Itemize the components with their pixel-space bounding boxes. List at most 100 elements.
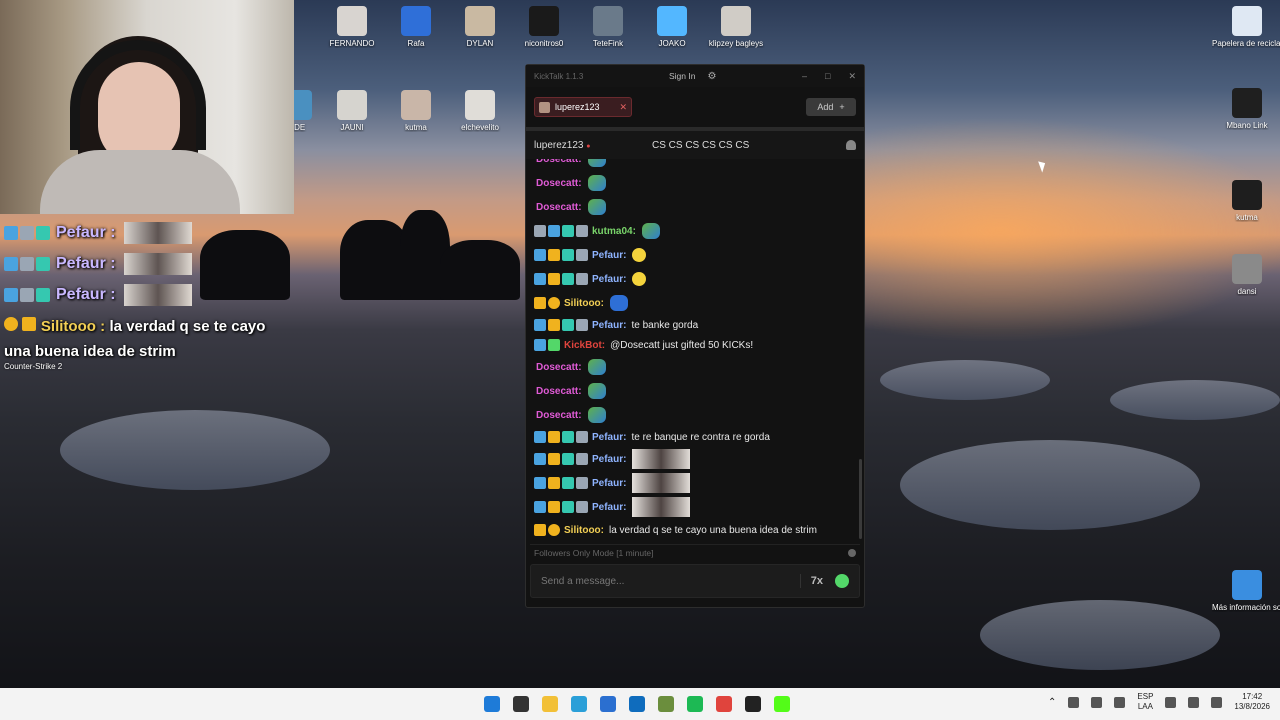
translate-icon[interactable]: 7x (811, 575, 823, 587)
close-button[interactable]: ✕ (848, 71, 856, 82)
emote-picker-icon[interactable] (835, 574, 849, 588)
network-icon[interactable] (1068, 696, 1080, 708)
search-icon[interactable] (513, 696, 529, 712)
chat-username[interactable]: Dosecatt: (536, 202, 582, 213)
desktop-icon[interactable]: Mbano Link (1212, 88, 1280, 130)
channel-name: luperez123 (534, 139, 584, 151)
chat-message[interactable]: Dosecatt: (534, 355, 856, 379)
chat-message[interactable]: Pefaur: (534, 471, 856, 495)
chat-username[interactable]: KickBot: (564, 340, 605, 351)
desktop-icon[interactable]: JOAKO (637, 6, 707, 48)
chevron-up-icon[interactable]: ⌃ (1048, 697, 1056, 708)
chat-username[interactable]: Pefaur: (592, 250, 626, 261)
volume-icon[interactable] (1188, 696, 1200, 708)
desktop-icon[interactable]: Papelera de reciclaje (1212, 6, 1280, 48)
close-icon[interactable]: ✕ (619, 102, 627, 113)
chat-username[interactable]: Pefaur: (592, 432, 626, 443)
emote-icon (632, 449, 691, 469)
desktop-icon[interactable]: kutma (381, 90, 451, 132)
stream-title: CS CS CS CS CS CS (652, 139, 750, 151)
obs-icon[interactable] (745, 696, 761, 712)
chat-message[interactable]: Pefaur: (534, 243, 856, 267)
tab-luperez123[interactable]: luperez123 ✕ (534, 97, 632, 117)
store-icon[interactable] (600, 696, 616, 712)
sign-in-button[interactable]: Sign In (669, 71, 695, 81)
chat-message[interactable]: Dosecatt: (534, 171, 856, 195)
chat-username[interactable]: Pefaur: (592, 274, 626, 285)
microphone-icon[interactable] (1114, 696, 1126, 708)
chat-username[interactable]: Pefaur: (592, 320, 626, 331)
chat-username[interactable]: Dosecatt: (536, 386, 582, 397)
chat-username[interactable]: Pefaur: (592, 454, 626, 465)
minimize-button[interactable]: – (802, 71, 807, 82)
add-chatroom-button[interactable]: Add + (806, 98, 856, 116)
chat-username[interactable]: Dosecatt: (536, 362, 582, 373)
desktop-icon[interactable]: JAUNI (317, 90, 387, 132)
chat-username[interactable]: Pefaur: (592, 502, 626, 513)
desktop-icon-label: niconitros0 (524, 39, 564, 48)
chat-username[interactable]: kutma04: (592, 226, 636, 237)
scrollbar[interactable] (859, 459, 862, 539)
emote-icon (632, 272, 647, 286)
desktop-icon[interactable]: elchevelito (445, 90, 515, 132)
system-tray: ⌃ ESP LAA 17:42 13/8/2026 (1048, 692, 1270, 712)
chat-messages[interactable]: Dosecatt: Dosecatt: Dosecatt: kutma04: Pefau… (526, 159, 864, 544)
badge-icon (4, 226, 18, 240)
user-icon[interactable] (846, 140, 856, 150)
desktop-icon[interactable]: DYLAN (445, 6, 515, 48)
chat-message[interactable]: Dosecatt: (534, 159, 856, 171)
message-input-placeholder: Send a message... (541, 575, 625, 587)
onedrive-icon[interactable] (1091, 696, 1103, 708)
windows-start-icon[interactable] (484, 696, 500, 712)
chat-message[interactable]: kutma04: (534, 219, 856, 243)
battery-icon[interactable] (1211, 696, 1223, 708)
language-indicator[interactable]: ESP LAA (1137, 692, 1153, 712)
outlook-icon[interactable] (629, 696, 645, 712)
desktop-icon[interactable]: Más información sobre esta ima... (1212, 570, 1280, 612)
file-explorer-icon[interactable] (542, 696, 558, 712)
spotify-icon[interactable] (687, 696, 703, 712)
chat-message[interactable]: Pefaur: (534, 267, 856, 291)
badge-icon (20, 257, 34, 271)
chat-message[interactable]: Pefaur: te re banque re contra re gorda (534, 427, 856, 447)
edge-icon[interactable] (571, 696, 587, 712)
chat-header: luperez123 ● CS CS CS CS CS CS (526, 131, 864, 159)
chat-message[interactable]: Pefaur: (534, 447, 856, 471)
chat-username[interactable]: Silitooo: (564, 525, 604, 536)
badge-icon (20, 288, 34, 302)
chat-message[interactable]: Dosecatt: (534, 403, 856, 427)
chat-username[interactable]: Dosecatt: (536, 159, 582, 165)
desktop-icon[interactable]: dansi (1212, 254, 1280, 296)
desktop-icon[interactable]: niconitros0 (509, 6, 579, 48)
gear-icon[interactable]: ⚙ (707, 71, 716, 82)
desktop-icon[interactable]: TeteFink (573, 6, 643, 48)
chat-message[interactable]: Silitooo: (534, 291, 856, 315)
emote-icon (632, 473, 691, 493)
chat-message[interactable]: Dosecatt: (534, 379, 856, 403)
desktop-icon[interactable]: kutma (1212, 180, 1280, 222)
chat-username[interactable]: Pefaur: (592, 478, 626, 489)
chat-message[interactable]: Pefaur: (534, 495, 856, 519)
desktop-icon[interactable]: klipzey bagleys (701, 6, 771, 48)
desktop-icon[interactable]: FERNANDO (317, 6, 387, 48)
badge-icon (562, 273, 574, 285)
chat-message[interactable]: Dosecatt: (534, 195, 856, 219)
chat-username[interactable]: Silitooo: (564, 298, 604, 309)
chat-message[interactable]: KickBot: @Dosecatt just gifted 50 KICKs! (534, 335, 856, 355)
chat-message[interactable]: Pefaur: te banke gorda (534, 315, 856, 335)
badge-icon (534, 273, 546, 285)
maximize-button[interactable]: □ (825, 71, 830, 82)
chat-username[interactable]: Dosecatt: (536, 410, 582, 421)
taskbar: ⌃ ESP LAA 17:42 13/8/2026 (0, 688, 1280, 720)
chrome-icon[interactable] (716, 696, 732, 712)
kick-icon[interactable] (774, 696, 790, 712)
minecraft-icon[interactable] (658, 696, 674, 712)
clock[interactable]: 17:42 13/8/2026 (1234, 692, 1270, 712)
desktop-icon[interactable]: Rafa (381, 6, 451, 48)
message-input[interactable]: Send a message... 7x (530, 564, 860, 598)
chat-message[interactable]: Silitooo: la verdad q se te cayo una buen… (534, 519, 856, 541)
emote-icon (610, 295, 628, 311)
display-icon[interactable] (1165, 696, 1177, 708)
info-icon[interactable] (848, 548, 856, 557)
chat-username[interactable]: Dosecatt: (536, 178, 582, 189)
